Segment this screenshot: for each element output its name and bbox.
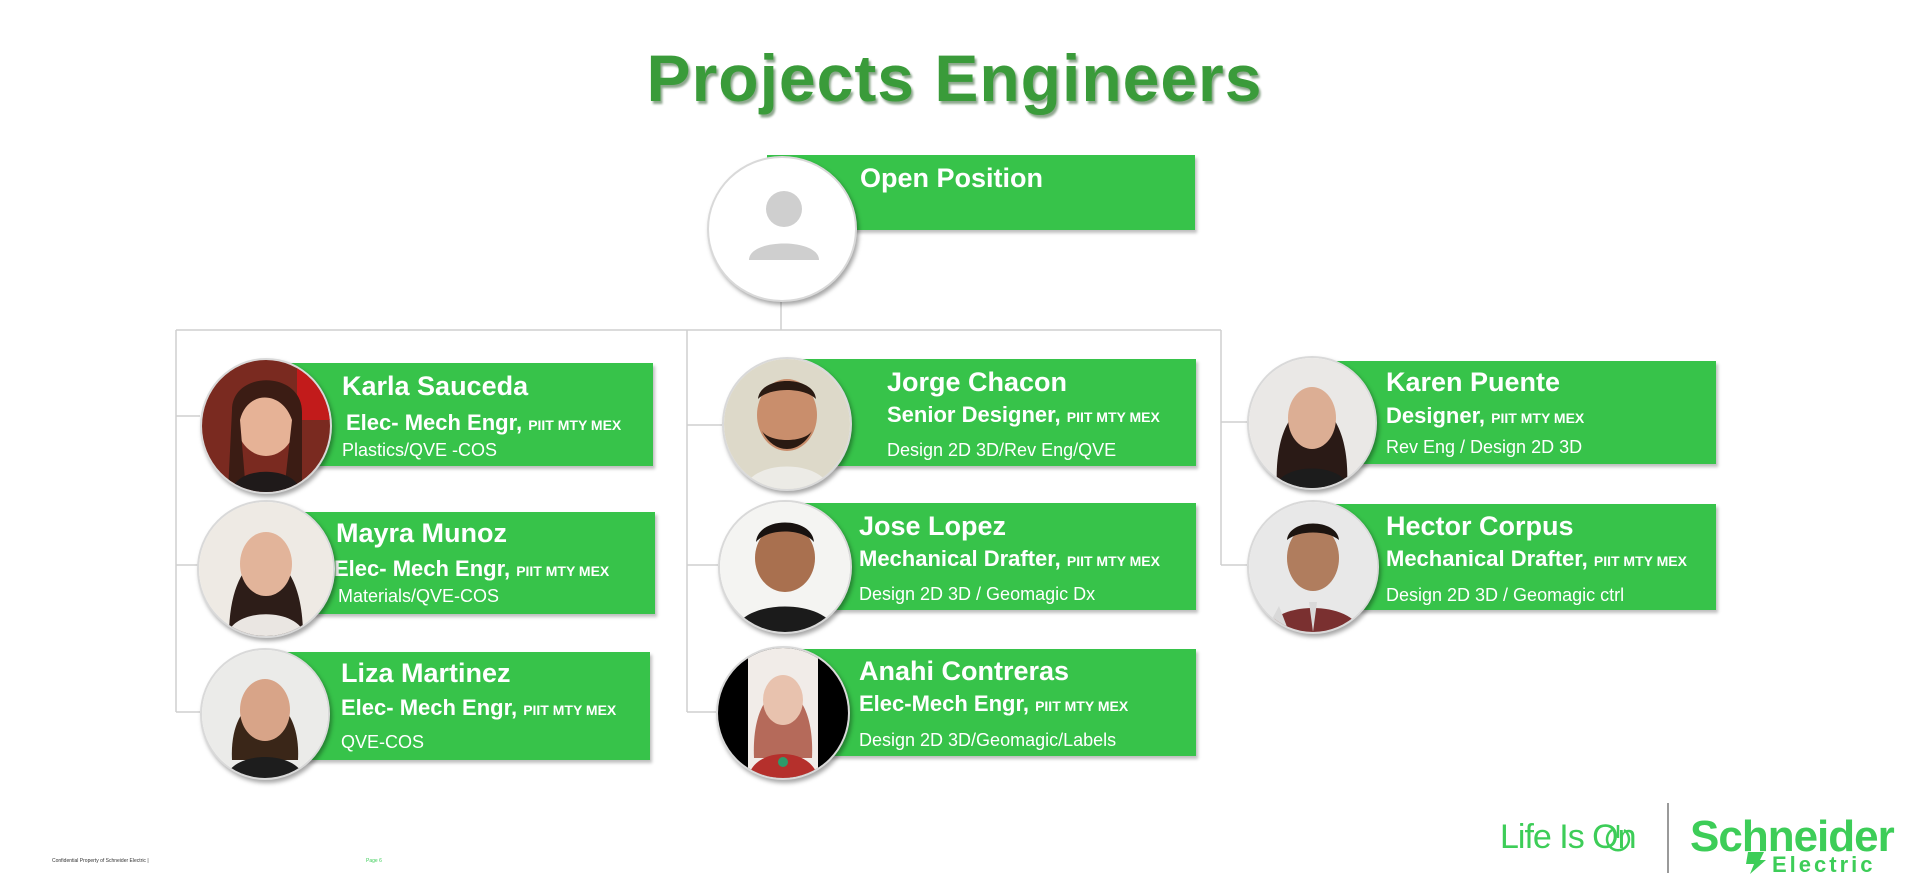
avatar-head bbox=[707, 156, 857, 302]
member-name: Hector Corpus bbox=[1386, 511, 1574, 541]
member-specialty: Design 2D 3D / Geomagic ctrl bbox=[1386, 585, 1625, 605]
person-photo-icon bbox=[724, 359, 850, 489]
member-name: Karen Puente bbox=[1386, 367, 1561, 397]
member-specialty: Rev Eng / Design 2D 3D bbox=[1386, 437, 1583, 457]
org-card-member: Jose Lopez Mechanical Drafter, PIIT MTY … bbox=[796, 503, 1196, 610]
org-card-member: Hector Corpus Mechanical Drafter, PIIT M… bbox=[1320, 504, 1716, 610]
member-role: Senior Designer, PIIT MTY MEX bbox=[887, 402, 1160, 427]
person-photo-icon bbox=[202, 360, 330, 492]
member-name: Jorge Chacon bbox=[887, 367, 1068, 397]
person-photo-icon bbox=[1249, 502, 1377, 632]
avatar-liza-martinez bbox=[200, 648, 330, 780]
member-name: Anahi Contreras bbox=[859, 656, 1070, 686]
confidential-notice: Confidential Property of Schneider Elect… bbox=[52, 858, 149, 864]
member-location: PIIT MTY MEX bbox=[1593, 553, 1687, 569]
member-role: Mechanical Drafter, PIIT MTY MEX bbox=[859, 546, 1160, 571]
person-photo-icon bbox=[199, 502, 333, 636]
member-name: Jose Lopez bbox=[859, 511, 1007, 541]
member-location: PIIT MTY MEX bbox=[1066, 553, 1160, 569]
org-card-member: Karen Puente Designer, PIIT MTY MEX Rev … bbox=[1320, 361, 1716, 464]
logo-divider bbox=[1667, 803, 1669, 873]
avatar-karla-sauceda bbox=[200, 358, 332, 494]
person-photo-icon bbox=[720, 502, 850, 632]
member-role: Elec- Mech Engr, PIIT MTY MEX bbox=[341, 695, 617, 720]
avatar-jose-lopez bbox=[718, 500, 852, 634]
member-specialty: Design 2D 3D / Geomagic Dx bbox=[859, 584, 1096, 604]
member-location: PIIT MTY MEX bbox=[523, 702, 617, 718]
member-location: PIIT MTY MEX bbox=[1491, 410, 1585, 426]
avatar-anahi-contreras bbox=[716, 646, 850, 780]
page-number: Page 6 bbox=[366, 858, 382, 864]
member-specialty: QVE-COS bbox=[341, 732, 425, 752]
member-specialty: Materials/QVE-COS bbox=[338, 586, 500, 606]
org-card-member: Anahi Contreras Elec-Mech Engr, PIIT MTY… bbox=[800, 649, 1196, 756]
member-name: Mayra Munoz bbox=[336, 518, 508, 548]
member-role: Elec-Mech Engr, PIIT MTY MEX bbox=[859, 691, 1129, 716]
member-role: Elec- Mech Engr, PIIT MTY MEX bbox=[346, 410, 622, 435]
member-location: PIIT MTY MEX bbox=[1066, 409, 1160, 425]
member-role: Elec- Mech Engr, PIIT MTY MEX bbox=[334, 556, 610, 581]
member-location: PIIT MTY MEX bbox=[1035, 698, 1129, 714]
schneider-logo-icon bbox=[1746, 852, 1766, 874]
avatar-jorge-chacon bbox=[722, 357, 852, 491]
member-role: Mechanical Drafter, PIIT MTY MEX bbox=[1386, 546, 1687, 571]
person-photo-icon bbox=[718, 648, 848, 778]
power-icon bbox=[1605, 825, 1631, 852]
member-location: PIIT MTY MEX bbox=[516, 563, 610, 579]
person-photo-icon bbox=[1249, 358, 1375, 488]
avatar-mayra-munoz bbox=[197, 500, 335, 638]
person-placeholder-icon bbox=[749, 191, 819, 260]
member-role: Designer, PIIT MTY MEX bbox=[1386, 403, 1585, 428]
brand-subname: Electric bbox=[1772, 852, 1876, 877]
member-location: PIIT MTY MEX bbox=[528, 417, 622, 433]
member-specialty: Design 2D 3D/Geomagic/Labels bbox=[859, 730, 1117, 750]
member-specialty: Plastics/QVE -COS bbox=[342, 440, 498, 460]
member-name: Liza Martinez bbox=[341, 658, 511, 688]
org-card-member: Jorge Chacon Senior Designer, PIIT MTY M… bbox=[795, 359, 1196, 466]
member-name: Karla Sauceda bbox=[342, 371, 529, 401]
avatar-hector-corpus bbox=[1247, 500, 1379, 634]
member-name: Open Position bbox=[860, 163, 1044, 193]
member-specialty: Design 2D 3D/Rev Eng/QVE bbox=[887, 440, 1117, 460]
org-card-member: Mayra Munoz Elec- Mech Engr, PIIT MTY ME… bbox=[280, 512, 655, 614]
avatar-karen-puente bbox=[1247, 356, 1377, 490]
person-photo-icon bbox=[202, 650, 328, 778]
